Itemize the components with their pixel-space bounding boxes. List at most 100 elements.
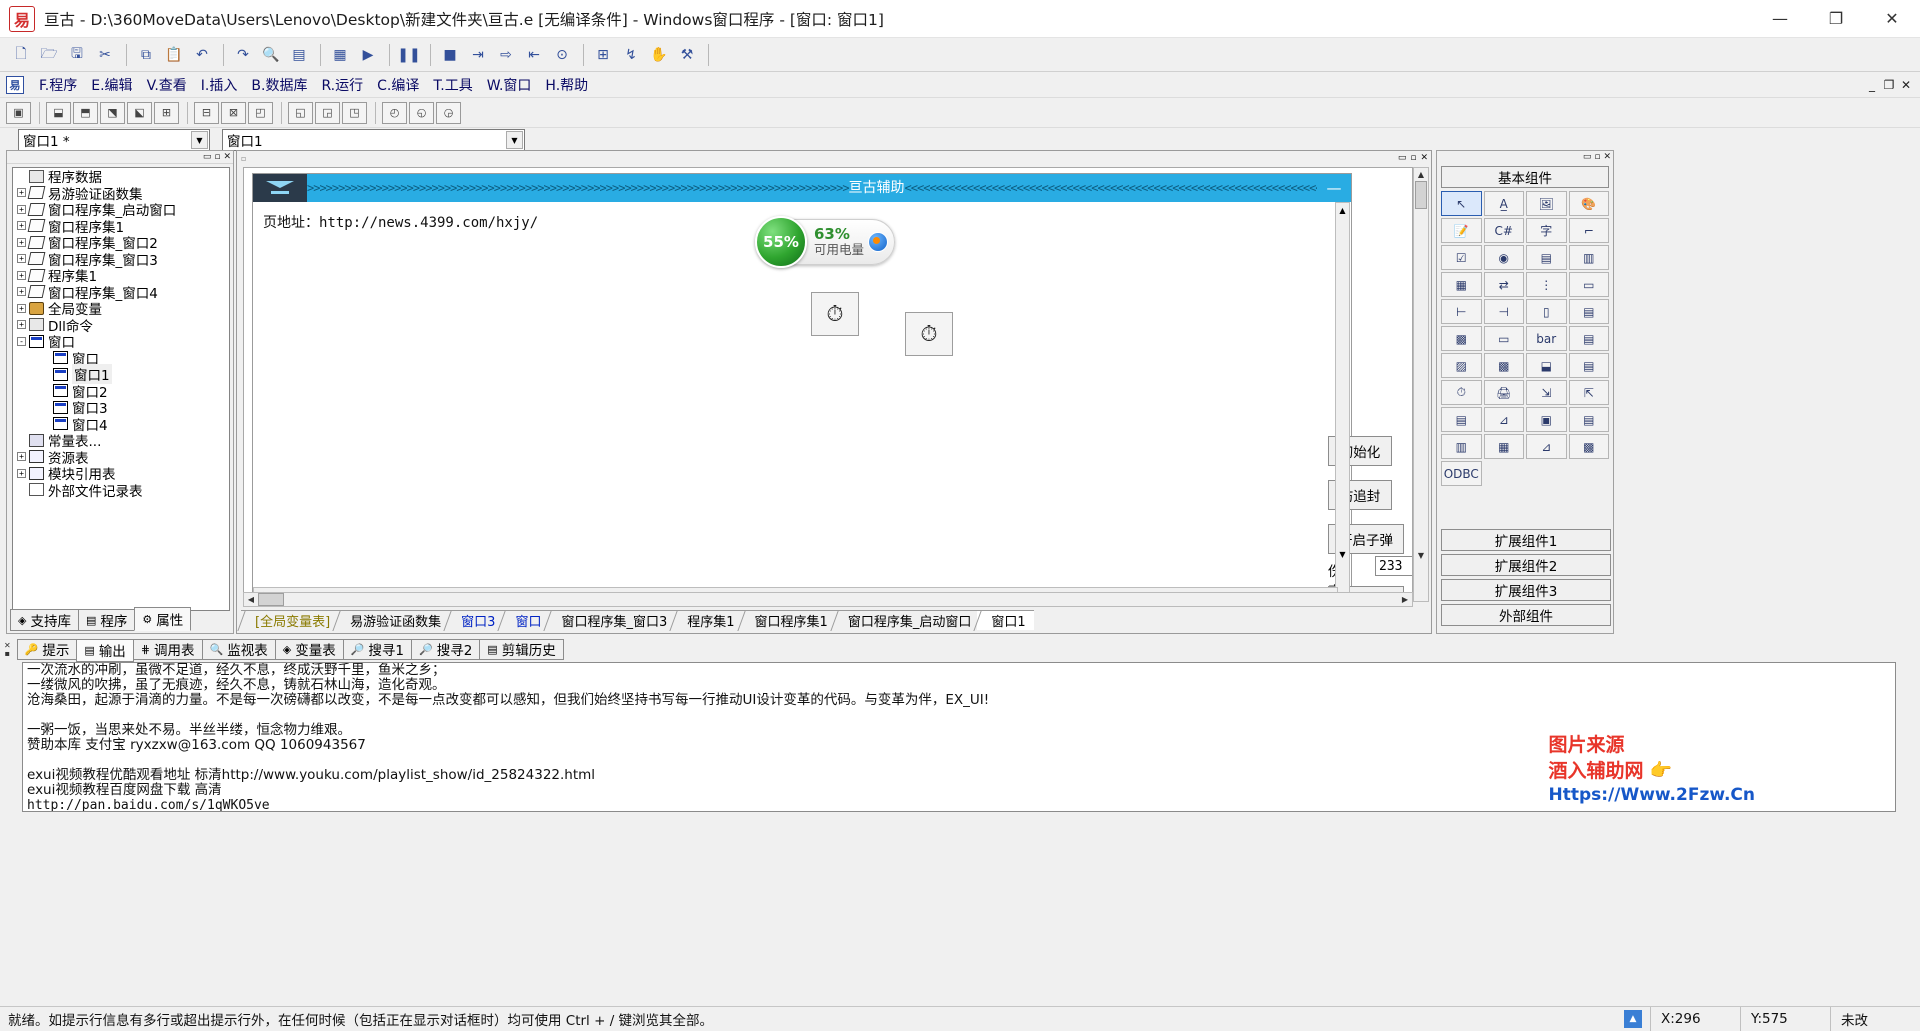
component-tool-35-icon[interactable]: ▣ [1526,407,1567,432]
component-tool-19-icon[interactable]: ▯ [1526,299,1567,324]
status-up-icon[interactable]: ▲ [1624,1010,1642,1028]
trace-icon[interactable]: ↯ [618,42,644,68]
designer-tab-6[interactable]: 窗口程序集1 [741,610,836,630]
align-tool-9-icon[interactable]: ◰ [248,102,273,124]
form-select-left[interactable]: 窗口1 * ▼ [18,129,210,151]
watch-icon[interactable]: ⊞ [590,42,616,68]
designer-tab-7[interactable]: 窗口程序集_启动窗口 [834,610,980,630]
tree-node-15[interactable]: 窗口4 [13,416,229,433]
menu-item-e[interactable]: E.编辑 [84,73,139,97]
designer-tab-8[interactable]: 窗口1 [977,610,1033,630]
designer-tab-1[interactable]: 易游验证函数集 [336,610,449,630]
component-tool-16-icon[interactable]: ▭ [1569,272,1610,297]
toolbox-section-title[interactable]: 基本组件 [1441,166,1609,188]
tree-node-8[interactable]: +全局变量 [13,300,229,317]
toolbox-section-1[interactable]: 扩展组件1 [1441,529,1611,551]
stop-icon[interactable]: ■ [437,42,463,68]
align-tool-8-icon[interactable]: ⊠ [221,102,246,124]
tree-expander-plus-icon[interactable]: + [17,287,26,296]
breakpoint-icon[interactable]: ⊙ [549,42,575,68]
component-tool-28-icon[interactable]: ▤ [1569,353,1610,378]
component-tool-15-icon[interactable]: ⋮ [1526,272,1567,297]
cut-icon[interactable]: ✂ [92,42,118,68]
tree-expander-plus-icon[interactable]: + [17,469,26,478]
menu-item-h[interactable]: H.帮助 [538,73,595,97]
align-tool-10-icon[interactable]: ◱ [288,102,313,124]
left-panel-restore-icon[interactable]: ▭ [203,153,212,162]
designer-restore-icon[interactable]: ▭ [1398,153,1407,163]
tree-node-11[interactable]: 窗口 [13,350,229,367]
component-tool-36-icon[interactable]: ▤ [1569,407,1610,432]
tree-node-10[interactable]: -窗口 [13,333,229,350]
designed-form[interactable]: >>>>>>>>>>>>>>>>>>>>>>>>>>>>>>>>>>>>>>>>… [252,173,1352,602]
component-tool-40-icon[interactable]: ▩ [1569,434,1610,459]
tree-expander-plus-icon[interactable]: + [17,320,26,329]
close-output-panel-icon[interactable]: ✕▪ [4,642,11,658]
window-tile-icon[interactable]: ▦ [327,42,353,68]
tree-expander-plus-icon[interactable]: + [17,271,26,280]
toolbox-section-3[interactable]: 扩展组件3 [1441,579,1611,601]
component-tool-39-icon[interactable]: ⊿ [1526,434,1567,459]
component-tool-34-icon[interactable]: ⊿ [1484,407,1525,432]
mdi-close-button[interactable]: ✕ [1898,77,1914,93]
step-into-icon[interactable]: ⇥ [465,42,491,68]
component-tool-41-icon[interactable]: ODBC [1441,461,1482,486]
align-tool-14-icon[interactable]: ◵ [409,102,434,124]
component-tool-13-icon[interactable]: ▦ [1441,272,1482,297]
designer-tab-2[interactable]: 窗口3 [447,610,503,630]
output-tab-hint[interactable]: 🔑提示 [17,639,78,660]
component-tool-26-icon[interactable]: ▩ [1484,353,1525,378]
step-over-icon[interactable]: ⇨ [493,42,519,68]
align-tool-12-icon[interactable]: ◳ [342,102,367,124]
mdi-maximize-button[interactable]: ❐ [1881,77,1897,93]
menu-item-w[interactable]: W.窗口 [480,73,539,97]
output-tab-watch[interactable]: 🔍监视表 [202,639,276,660]
menu-item-i[interactable]: I.插入 [194,73,245,97]
undo-icon[interactable]: ↶ [189,42,215,68]
scroll-up-icon[interactable]: ▲ [1336,203,1349,217]
tree-node-14[interactable]: 窗口3 [13,399,229,416]
pause-icon[interactable]: ❚❚ [396,42,422,68]
form-minimize-button[interactable]: — [1317,174,1351,202]
menu-item-v[interactable]: V.查看 [140,73,194,97]
align-tool-1-icon[interactable]: ▣ [6,102,31,124]
output-tab-search1[interactable]: 🔎搜寻1 [343,639,412,660]
output-tab-variable-table[interactable]: ◈变量表 [275,639,344,660]
component-tool-22-icon[interactable]: ▭ [1484,326,1525,351]
menu-item-f[interactable]: F.程序 [32,73,84,97]
tree-expander-minus-icon[interactable]: - [17,337,26,346]
tree-expander-plus-icon[interactable]: + [17,238,26,247]
designer-hscroll-thumb[interactable] [258,593,284,606]
menu-item-r[interactable]: R.运行 [314,73,370,97]
copy-icon[interactable]: ⧉ [133,42,159,68]
output-tab-output[interactable]: ▤输出 [76,639,133,662]
component-tool-30-icon[interactable]: 🖨 [1484,380,1525,405]
project-tree[interactable]: 程序数据+易游验证函数集+窗口程序集_启动窗口+窗口程序集1+窗口程序集_窗口2… [12,167,230,611]
maximize-button[interactable]: ❐ [1808,0,1864,38]
designer-scroll-up-icon[interactable]: ▲ [1414,168,1428,181]
designer-tab-5[interactable]: 程序集1 [673,610,742,630]
component-tool-38-icon[interactable]: ▦ [1484,434,1525,459]
right-panel-close-icon[interactable]: ✕ [1603,153,1611,162]
tree-node-12[interactable]: 窗口1 [13,366,229,383]
output-tab-calltable[interactable]: ⋕调用表 [133,639,203,660]
align-tool-6-icon[interactable]: ⊞ [154,102,179,124]
window-list-icon[interactable]: ▤ [286,42,312,68]
mdi-restore-button[interactable]: _ [1864,77,1880,93]
scroll-down-icon[interactable]: ▼ [1336,547,1349,561]
component-tool-4-icon[interactable]: 🎨 [1569,191,1610,216]
align-tool-11-icon[interactable]: ◲ [315,102,340,124]
right-panel-minimize-icon[interactable]: ▫ [1594,153,1600,162]
align-tool-3-icon[interactable]: ⬒ [73,102,98,124]
tree-expander-plus-icon[interactable]: + [17,221,26,230]
component-tool-25-icon[interactable]: ▨ [1441,353,1482,378]
toolbox-section-4[interactable]: 外部组件 [1441,604,1611,626]
battery-widget[interactable]: 55% 63% 可用电量 [758,219,895,265]
component-tool-2-icon[interactable]: A̲ [1484,191,1525,216]
component-tool-32-icon[interactable]: ⇱ [1569,380,1610,405]
component-tool-9-icon[interactable]: ☑ [1441,245,1482,270]
component-tool-18-icon[interactable]: ⊣ [1484,299,1525,324]
component-tool-12-icon[interactable]: ▥ [1569,245,1610,270]
designer-scroll-left-icon[interactable]: ◀ [244,593,258,606]
output-tab-search2[interactable]: 🔎搜寻2 [411,639,480,660]
